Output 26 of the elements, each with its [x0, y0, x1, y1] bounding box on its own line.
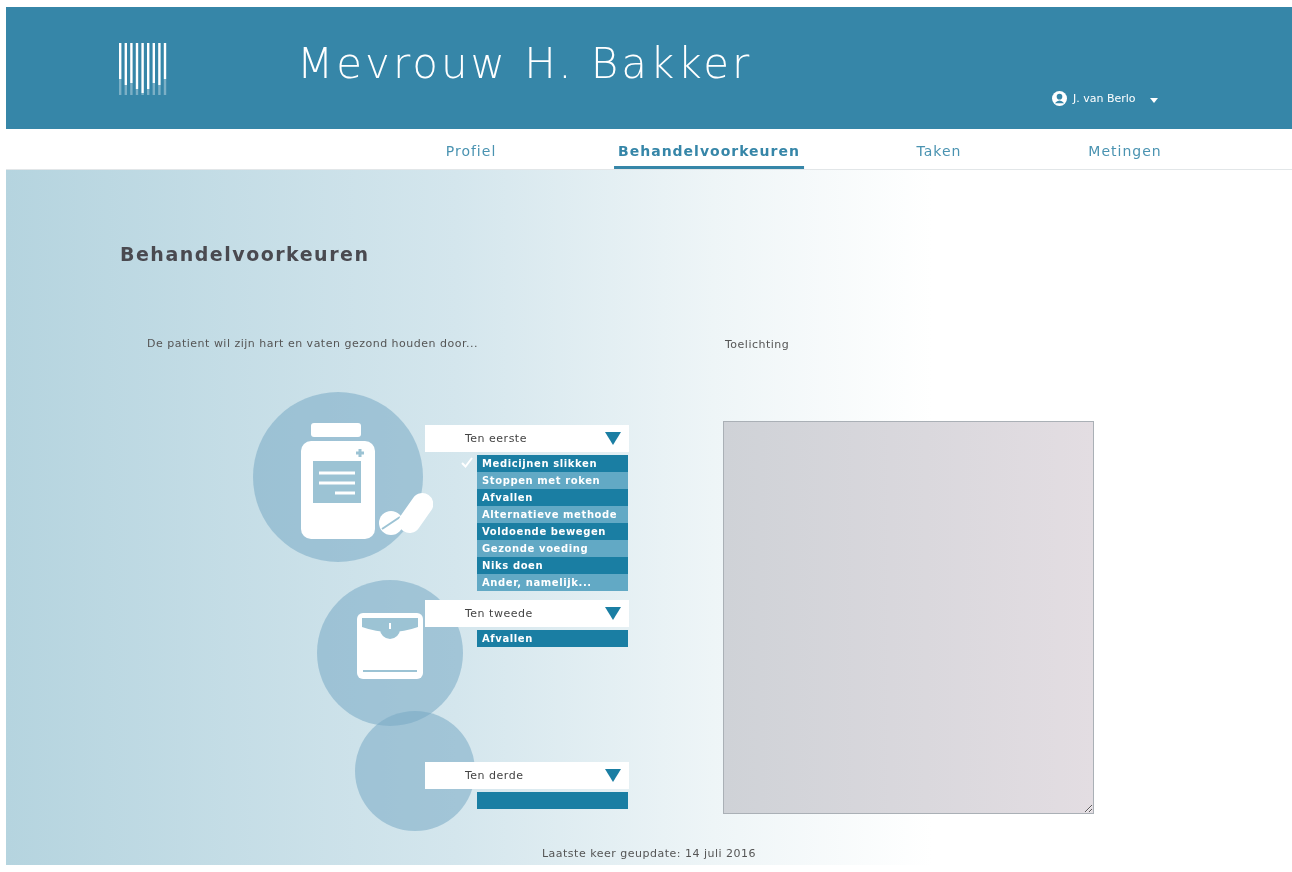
nav-tab[interactable]: Taken [916, 129, 962, 169]
prompt-text: De patient wil zijn hart en vaten gezond houden door... [147, 337, 478, 350]
check-icon [461, 457, 473, 468]
user-name[interactable]: J. van Berlo [1073, 92, 1136, 105]
dropdown-label: Ten tweede [465, 607, 533, 620]
priority-dropdown[interactable]: Ten derde [425, 762, 629, 789]
nav-tab[interactable]: Metingen [1088, 129, 1162, 169]
option-item[interactable]: Medicijnen slikken [460, 455, 628, 472]
scale-icon [357, 613, 423, 679]
caret-icon[interactable] [1149, 97, 1158, 104]
notes-field[interactable] [723, 421, 1094, 814]
priority-dropdown[interactable]: Ten tweede [425, 600, 629, 627]
last-updated-text: Laatste keer geupdate: 14 juli 2016 [540, 847, 758, 860]
patient-name: Mevrouw H. Bakker [297, 39, 753, 88]
dropdown-label: Ten derde [465, 769, 524, 782]
caret-icon[interactable] [605, 607, 621, 620]
priority-dropdown[interactable]: Ten eerste [425, 425, 629, 452]
dropdown-label: Ten eerste [465, 432, 527, 445]
caret-icon[interactable] [605, 769, 621, 782]
page-title: Behandelvoorkeuren [120, 243, 370, 265]
nav-tab[interactable]: Profiel [445, 129, 497, 169]
medicine-icon [301, 423, 433, 539]
logo-icon [117, 43, 169, 95]
user-icon [1052, 91, 1067, 106]
notes-label: Toelichting [725, 338, 790, 351]
caret-icon[interactable] [605, 432, 621, 445]
